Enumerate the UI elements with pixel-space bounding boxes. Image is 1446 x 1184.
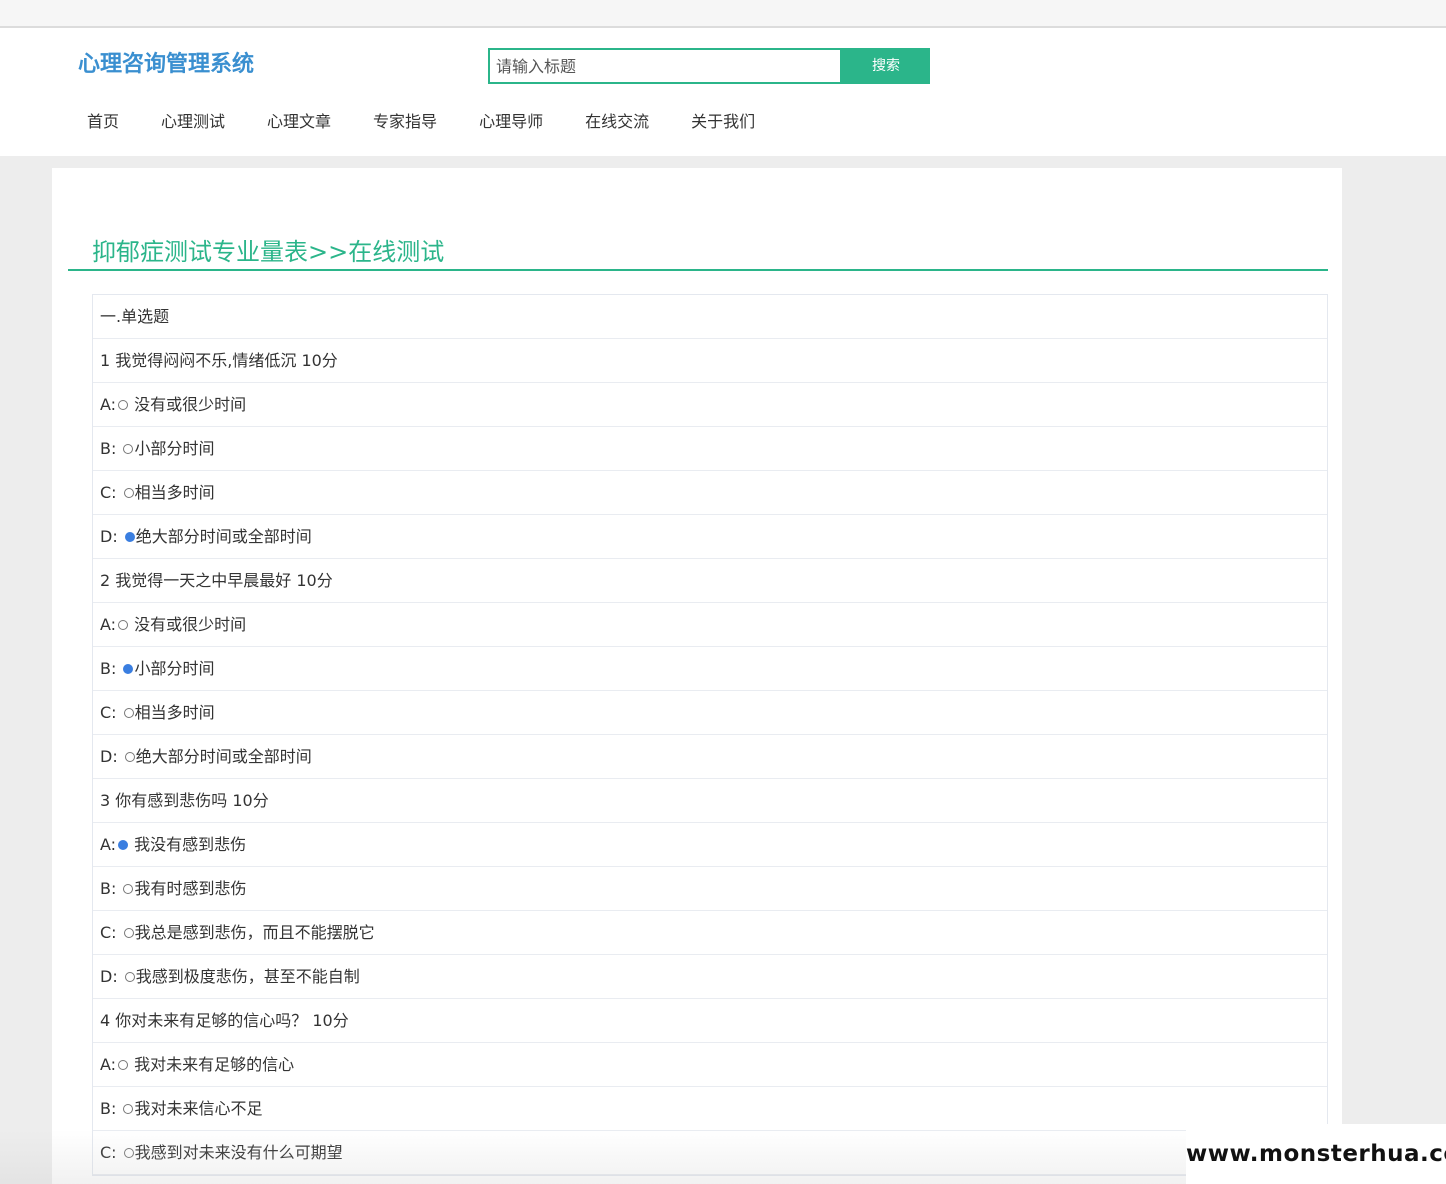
nav-item-about[interactable]: 关于我们 xyxy=(670,110,776,134)
option-label: 小部分时间 xyxy=(134,658,215,678)
nav-item-articles[interactable]: 心理文章 xyxy=(246,110,352,134)
option-label: 我总是感到悲伤，而且不能摆脱它 xyxy=(134,922,375,942)
section-label: 一.单选题 xyxy=(93,295,1327,339)
radio-unchecked[interactable] xyxy=(124,751,135,762)
option-prefix: D: xyxy=(100,966,123,986)
option-prefix: C: xyxy=(100,482,122,502)
radio-unchecked[interactable] xyxy=(124,971,135,982)
option-prefix: D: xyxy=(100,746,123,766)
question-text: 3 你有感到悲伤吗 10分 xyxy=(100,790,269,810)
question-text: 1 我觉得闷闷不乐,情绪低沉 10分 xyxy=(100,350,338,370)
option-row[interactable]: C: 相当多时间 xyxy=(93,691,1327,735)
option-label: 相当多时间 xyxy=(134,482,215,502)
radio-checked[interactable] xyxy=(118,839,129,850)
radio-unchecked[interactable] xyxy=(123,707,134,718)
option-label: 小部分时间 xyxy=(134,438,215,458)
page-title: 抑郁症测试专业量表>>在线测试 xyxy=(92,238,445,266)
option-prefix: A: xyxy=(100,614,117,634)
option-prefix: B: xyxy=(100,878,122,898)
option-row[interactable]: A: 我对未来有足够的信心 xyxy=(93,1043,1327,1087)
nav-item-psych-test[interactable]: 心理测试 xyxy=(140,110,246,134)
nav-item-online-chat[interactable]: 在线交流 xyxy=(564,110,670,134)
option-row[interactable]: C: 我总是感到悲伤，而且不能摆脱它 xyxy=(93,911,1327,955)
question-row: 4 你对未来有足够的信心吗？ 10分 xyxy=(93,999,1327,1043)
option-prefix: C: xyxy=(100,922,122,942)
option-prefix: B: xyxy=(100,1098,122,1118)
quiz-form: 一.单选题 1 我觉得闷闷不乐,情绪低沉 10分 A: 没有或很少时间 B: 小部分… xyxy=(92,294,1328,1176)
title-divider xyxy=(68,269,1328,271)
browser-top-strip xyxy=(0,0,1446,28)
option-row[interactable]: A: 没有或很少时间 xyxy=(93,603,1327,647)
option-label: 没有或很少时间 xyxy=(129,394,247,414)
option-label: 绝大部分时间或全部时间 xyxy=(135,526,312,546)
nav-item-expert-guidance[interactable]: 专家指导 xyxy=(352,110,458,134)
option-row[interactable]: B: 我有时感到悲伤 xyxy=(93,867,1327,911)
radio-unchecked[interactable] xyxy=(118,619,129,630)
watermark: www.monsterhua.com xyxy=(1186,1124,1446,1184)
option-row[interactable]: B: 小部分时间 xyxy=(93,427,1327,471)
option-prefix: C: xyxy=(100,702,122,722)
option-prefix: C: xyxy=(100,1142,122,1162)
option-row[interactable]: C: 相当多时间 xyxy=(93,471,1327,515)
search-button[interactable]: 搜索 xyxy=(842,48,930,84)
option-row[interactable]: D: 绝大部分时间或全部时间 xyxy=(93,735,1327,779)
search-input[interactable] xyxy=(488,48,842,84)
radio-checked[interactable] xyxy=(123,663,134,674)
question-row: 2 我觉得一天之中早晨最好 10分 xyxy=(93,559,1327,603)
option-prefix: A: xyxy=(100,394,117,414)
site-logo[interactable]: 心理咨询管理系统 xyxy=(78,46,254,78)
option-label: 相当多时间 xyxy=(134,702,215,722)
nav-item-home[interactable]: 首页 xyxy=(66,110,140,134)
radio-checked[interactable] xyxy=(124,531,135,542)
radio-unchecked[interactable] xyxy=(118,1059,129,1070)
option-label: 我有时感到悲伤 xyxy=(134,878,247,898)
radio-unchecked[interactable] xyxy=(118,399,129,410)
option-label: 我对未来信心不足 xyxy=(134,1098,263,1118)
option-prefix: A: xyxy=(100,834,117,854)
option-label: 我没有感到悲伤 xyxy=(129,834,247,854)
search-bar: 搜索 xyxy=(488,48,930,84)
radio-unchecked[interactable] xyxy=(123,1147,134,1158)
question-text: 4 你对未来有足够的信心吗？ 10分 xyxy=(100,1010,349,1030)
radio-unchecked[interactable] xyxy=(123,883,134,894)
question-row: 3 你有感到悲伤吗 10分 xyxy=(93,779,1327,823)
option-prefix: B: xyxy=(100,438,122,458)
option-prefix: D: xyxy=(100,526,123,546)
option-row[interactable]: B: 我对未来信心不足 xyxy=(93,1087,1327,1131)
option-label: 我感到对未来没有什么可期望 xyxy=(134,1142,343,1162)
option-label: 绝大部分时间或全部时间 xyxy=(135,746,312,766)
nav-item-mentors[interactable]: 心理导师 xyxy=(458,110,564,134)
question-text: 2 我觉得一天之中早晨最好 10分 xyxy=(100,570,333,590)
main-nav: 首页 心理测试 心理文章 专家指导 心理导师 在线交流 关于我们 xyxy=(66,110,776,134)
option-label: 我感到极度悲伤，甚至不能自制 xyxy=(135,966,360,986)
main-content: 抑郁症测试专业量表>>在线测试 一.单选题 1 我觉得闷闷不乐,情绪低沉 10分… xyxy=(52,168,1342,1184)
option-row[interactable]: C: 我感到对未来没有什么可期望 xyxy=(93,1131,1327,1175)
radio-unchecked[interactable] xyxy=(123,443,134,454)
option-label: 没有或很少时间 xyxy=(129,614,247,634)
option-row[interactable]: A: 我没有感到悲伤 xyxy=(93,823,1327,867)
option-prefix: B: xyxy=(100,658,122,678)
option-label: 我对未来有足够的信心 xyxy=(129,1054,295,1074)
radio-unchecked[interactable] xyxy=(123,927,134,938)
question-row: 1 我觉得闷闷不乐,情绪低沉 10分 xyxy=(93,339,1327,383)
option-row[interactable]: D: 我感到极度悲伤，甚至不能自制 xyxy=(93,955,1327,999)
option-row[interactable]: D: 绝大部分时间或全部时间 xyxy=(93,515,1327,559)
site-header: 心理咨询管理系统 搜索 首页 心理测试 心理文章 专家指导 心理导师 在线交流 … xyxy=(0,28,1446,156)
radio-unchecked[interactable] xyxy=(123,1103,134,1114)
option-prefix: A: xyxy=(100,1054,117,1074)
option-row[interactable]: A: 没有或很少时间 xyxy=(93,383,1327,427)
option-row[interactable]: B: 小部分时间 xyxy=(93,647,1327,691)
radio-unchecked[interactable] xyxy=(123,487,134,498)
